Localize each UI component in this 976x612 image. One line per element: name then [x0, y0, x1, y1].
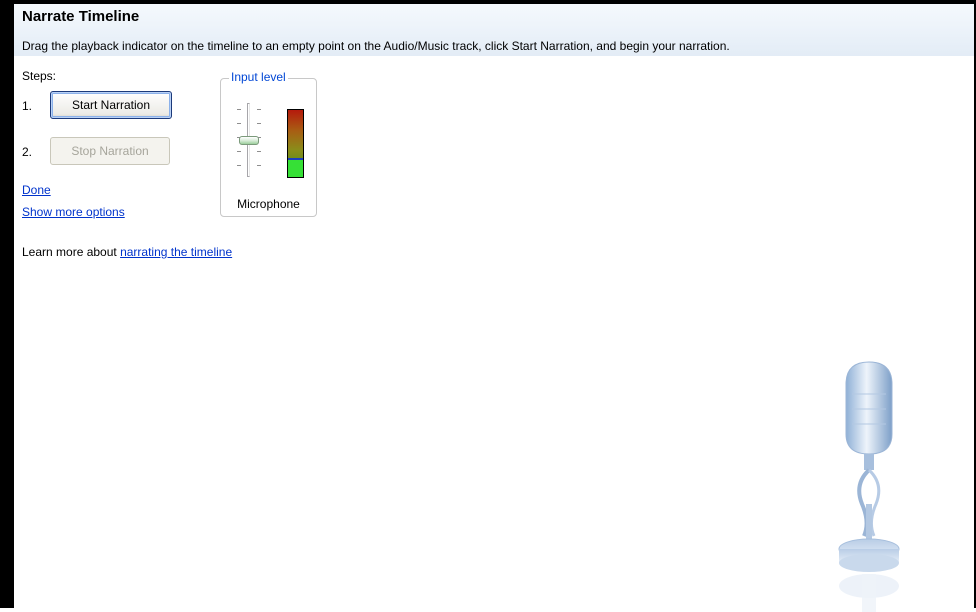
microphone-label: Microphone [237, 197, 300, 211]
slider-thumb[interactable] [239, 135, 259, 145]
input-level-meter-fill [288, 157, 303, 177]
step-2-number: 2. [22, 145, 33, 159]
learn-more-prefix: Learn more about [22, 245, 121, 259]
stop-narration-button[interactable]: Stop Narration [50, 137, 170, 165]
steps-label: Steps: [22, 69, 57, 83]
narrating-timeline-link[interactable]: narrating the timeline [120, 245, 232, 259]
slider-tick [257, 165, 261, 166]
narrate-timeline-panel: Narrate Timeline Drag the playback indic… [0, 0, 976, 612]
slider-tick [237, 165, 241, 166]
slider-tick [237, 109, 241, 110]
slider-tick [257, 151, 261, 152]
start-narration-button[interactable]: Start Narration [50, 91, 172, 119]
slider-tick [237, 123, 241, 124]
input-level-group: Input level Microphone [220, 70, 317, 217]
panel-header: Narrate Timeline Drag the playback indic… [14, 4, 974, 56]
instructions-text: Drag the playback indicator on the timel… [22, 39, 730, 53]
input-level-meter [287, 109, 304, 178]
show-more-options-link[interactable]: Show more options [22, 205, 125, 219]
slider-tick [257, 109, 261, 110]
input-level-legend: Input level [229, 70, 288, 84]
slider-tick [237, 151, 241, 152]
microphone-illustration-icon [838, 361, 900, 612]
step-1-number: 1. [22, 99, 33, 113]
done-link[interactable]: Done [22, 183, 51, 197]
learn-more-text: Learn more about narrating the timeline [22, 245, 232, 259]
slider-tick [257, 123, 261, 124]
page-title: Narrate Timeline [22, 8, 140, 25]
